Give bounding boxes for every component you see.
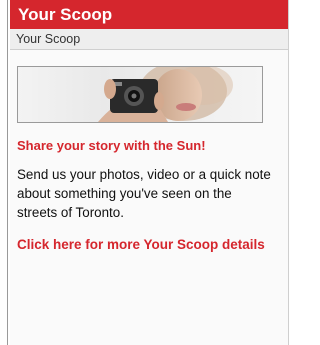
widget-header: Your Scoop [10,0,288,29]
woman-with-camera-image [18,67,262,122]
widget-subheader: Your Scoop [10,29,288,50]
cta-title: Share your story with the Sun! [17,138,206,153]
details-link[interactable]: Click here for more Your Scoop details [17,236,272,254]
widget-content: Share your story with the Sun! Send us y… [17,138,272,254]
description-text: Send us your photos, video or a quick no… [17,167,271,220]
banner-image[interactable] [17,66,263,123]
left-rule [0,0,8,345]
